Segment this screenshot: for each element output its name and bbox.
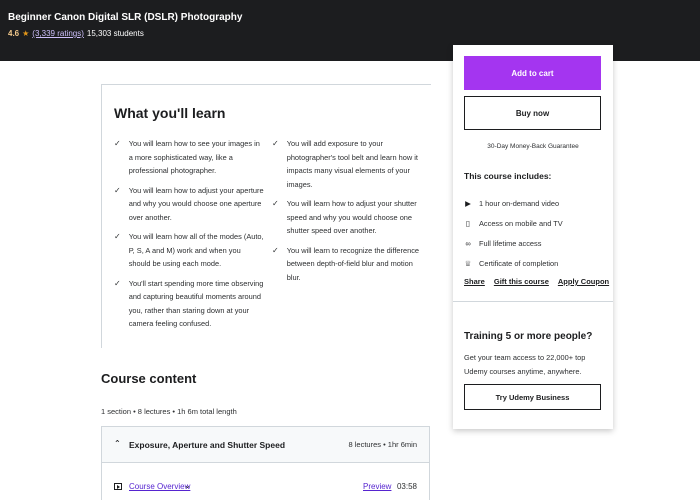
preview-link[interactable]: Preview	[363, 482, 391, 491]
check-icon: ✓	[272, 245, 279, 255]
learn-item: ✓ You will learn how to adjust your shutt…	[272, 197, 422, 238]
star-icon: ★	[22, 29, 30, 38]
mobile-icon: ▯	[465, 218, 471, 228]
video-icon	[114, 483, 122, 490]
check-icon: ✓	[272, 199, 279, 208]
students-count: 15,303 students	[86, 29, 144, 38]
learn-item: ✓ You will learn how to see your images i…	[114, 137, 264, 178]
learn-item: ✓ You will learn how to adjust your apert…	[114, 184, 264, 225]
add-to-cart-button[interactable]: Add to cart	[464, 56, 601, 90]
course-stats: 4.6 ★ (3,339 ratings) 15,303 students	[8, 29, 144, 38]
learn-column-right: ✓ You will add exposure to your photograp…	[272, 137, 422, 290]
money-back-guarantee: 30-Day Money-Back Guarantee	[487, 143, 579, 150]
apply-coupon-link[interactable]: Apply Coupon	[558, 277, 609, 286]
what-youll-learn-box: What you'll learn ✓ You will learn how to…	[101, 84, 431, 348]
course-title: Beginner Canon Digital SLR (DSLR) Photog…	[8, 12, 243, 23]
ratings-count-link[interactable]: (3,339 ratings)	[32, 29, 84, 38]
learn-item: ✓ You will add exposure to your photograp…	[272, 137, 422, 191]
includes-item: ♕ Certificate of completion	[464, 258, 559, 268]
course-content-meta: 1 section • 8 lectures • 1h 6m total len…	[101, 407, 237, 416]
infinity-icon: ∞	[465, 238, 471, 248]
learn-item: ✓ You will learn to recognize the differe…	[272, 244, 422, 285]
purchase-card: Add to cart Buy now 30-Day Money-Back Gu…	[453, 45, 613, 429]
trophy-icon: ♕	[464, 258, 472, 268]
course-content-heading: Course content	[101, 371, 197, 386]
includes-item: ▶ 1 hour on-demand video	[465, 198, 560, 208]
section-title: Exposure, Aperture and Shutter Speed	[129, 440, 286, 450]
includes-item: ▯ Access on mobile and TV	[465, 218, 563, 228]
training-heading: Training 5 or more people?	[464, 331, 593, 342]
check-icon: ✓	[114, 278, 121, 288]
gift-course-link[interactable]: Gift this course	[494, 277, 549, 286]
chevron-down-icon[interactable]: ⌄	[184, 481, 191, 490]
check-icon: ✓	[114, 185, 121, 195]
check-icon: ✓	[272, 139, 279, 148]
check-icon: ✓	[114, 232, 121, 241]
try-business-button[interactable]: Try Udemy Business	[464, 384, 601, 410]
includes-item: ∞ Full lifetime access	[465, 238, 542, 248]
includes-list: ▶ 1 hour on-demand video ▯ Access on mobil…	[464, 193, 609, 273]
buy-now-button[interactable]: Buy now	[464, 96, 601, 130]
check-icon: ✓	[114, 139, 121, 148]
card-actions: Share Gift this course Apply Coupon	[464, 277, 609, 286]
section-header[interactable]: ⌃ Exposure, Aperture and Shutter Speed 8…	[101, 426, 430, 463]
training-description: Get your team access to 22,000+ top Udem…	[464, 353, 586, 376]
includes-heading: This course includes:	[464, 171, 552, 181]
learn-item: ✓ You'll start spending more time observi…	[114, 277, 264, 331]
section-info: 8 lectures • 1hr 6min	[348, 440, 418, 449]
video-icon: ▶	[465, 198, 471, 208]
learn-item: ✓ You will learn how all of the modes (Au…	[114, 230, 264, 271]
lecture-row: Course Overview ⌄ Preview 03:58	[101, 463, 430, 500]
chevron-up-icon: ⌃	[114, 439, 121, 448]
lecture-duration: 03:58	[396, 482, 417, 491]
share-link[interactable]: Share	[464, 277, 485, 286]
rating-value: 4.6	[8, 29, 20, 38]
lecture-title-link[interactable]: Course Overview	[129, 482, 190, 491]
card-divider	[453, 301, 613, 310]
learn-heading: What you'll learn	[114, 105, 226, 121]
learn-column-left: ✓ You will learn how to see your images i…	[114, 137, 264, 337]
